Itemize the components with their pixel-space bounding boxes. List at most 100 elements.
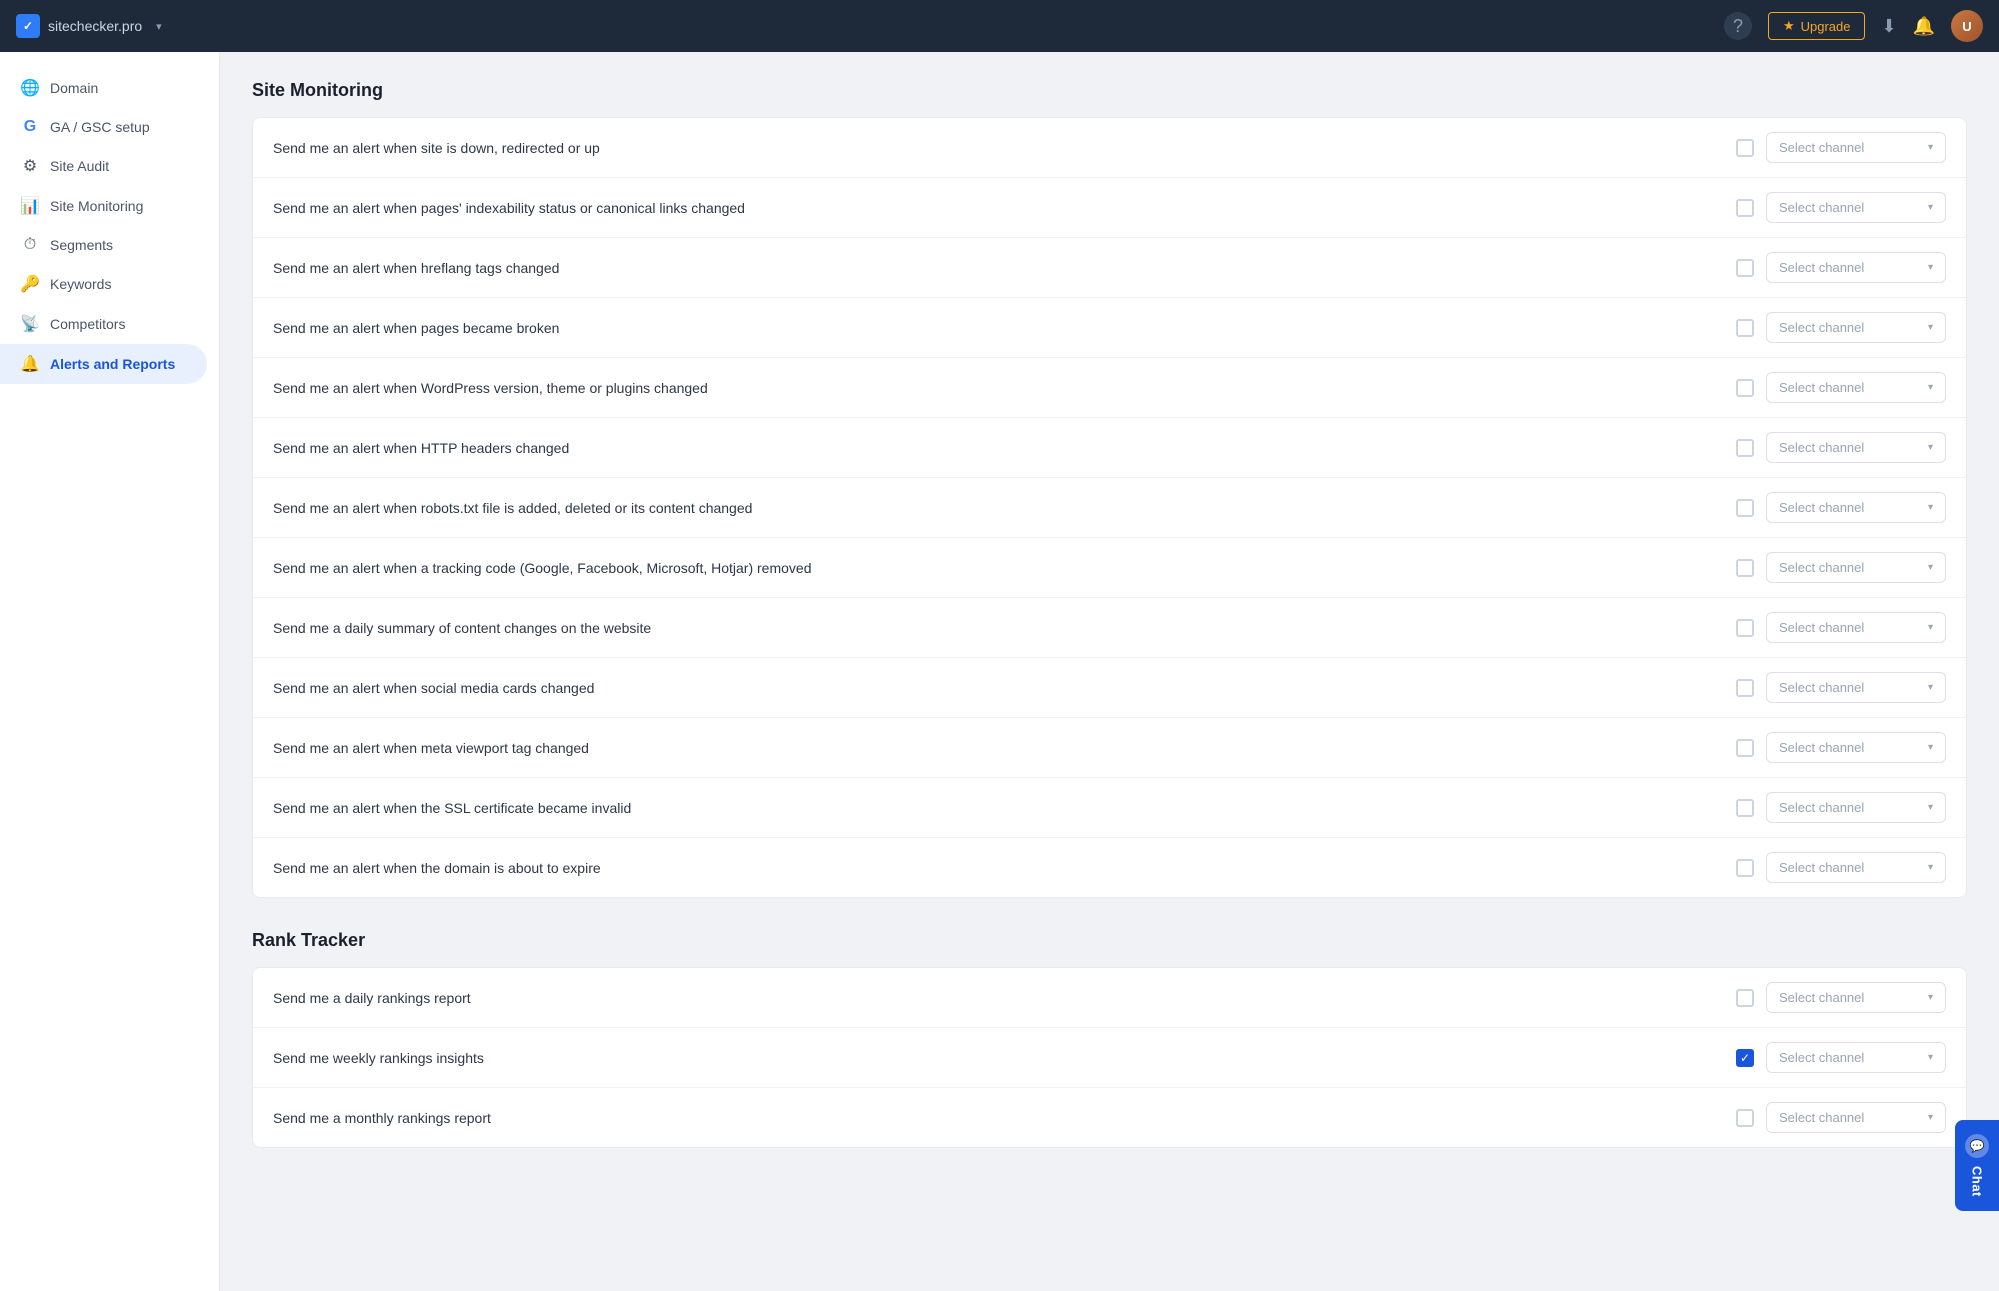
select-channel-sm12[interactable]: Select channel ▾: [1766, 792, 1946, 823]
select-channel-chevron-sm6: ▾: [1928, 442, 1933, 453]
sidebar-label-alerts-reports: Alerts and Reports: [50, 356, 175, 372]
select-channel-chevron-rt1: ▾: [1928, 992, 1933, 1003]
select-channel-text-sm1: Select channel: [1779, 140, 1864, 155]
alert-checkbox-sm2[interactable]: [1736, 199, 1754, 217]
alert-checkbox-sm6[interactable]: [1736, 439, 1754, 457]
avatar[interactable]: U: [1951, 10, 1983, 42]
alert-label-rt3: Send me a monthly rankings report: [273, 1110, 1724, 1126]
select-channel-chevron-sm3: ▾: [1928, 262, 1933, 273]
alert-row: Send me a daily rankings reportSelect ch…: [253, 968, 1966, 1028]
select-channel-chevron-sm12: ▾: [1928, 802, 1933, 813]
select-channel-text-sm10: Select channel: [1779, 680, 1864, 695]
select-channel-text-sm13: Select channel: [1779, 860, 1864, 875]
select-channel-sm6[interactable]: Select channel ▾: [1766, 432, 1946, 463]
select-channel-sm1[interactable]: Select channel▾: [1766, 132, 1946, 163]
upgrade-label: Upgrade: [1801, 19, 1851, 34]
sidebar-item-domain[interactable]: 🌐 Domain: [0, 68, 219, 108]
sidebar-label-ga-gsc: GA / GSC setup: [50, 119, 150, 135]
sidebar-item-ga-gsc[interactable]: G GA / GSC setup: [0, 108, 219, 146]
alert-checkbox-sm13[interactable]: [1736, 859, 1754, 877]
select-channel-sm2[interactable]: Select channel▾: [1766, 192, 1946, 223]
sidebar-item-competitors[interactable]: 📡 Competitors: [0, 304, 219, 344]
select-channel-sm9[interactable]: Select channel▾: [1766, 612, 1946, 643]
alert-checkbox-sm8[interactable]: [1736, 559, 1754, 577]
select-channel-text-sm6: Select channel: [1779, 440, 1864, 455]
alert-row: Send me an alert when hreflang tags chan…: [253, 238, 1966, 298]
select-channel-sm8[interactable]: Select channel▾: [1766, 552, 1946, 583]
sidebar-item-site-audit[interactable]: ⚙ Site Audit: [0, 146, 219, 186]
topnav-site-name[interactable]: sitechecker.pro: [48, 18, 142, 34]
alert-checkbox-rt3[interactable]: [1736, 1109, 1754, 1127]
select-channel-rt3[interactable]: Select channel▾: [1766, 1102, 1946, 1133]
segments-icon: ⏱: [20, 236, 40, 254]
site-audit-icon: ⚙: [20, 156, 40, 176]
alert-row: Send me an alert when site is down, redi…: [253, 118, 1966, 178]
sidebar-item-site-monitoring[interactable]: 📊 Site Monitoring: [0, 186, 219, 226]
help-icon[interactable]: ?: [1724, 12, 1752, 40]
layout: 🌐 Domain G GA / GSC setup ⚙ Site Audit 📊…: [0, 52, 1999, 1291]
alert-checkbox-rt2[interactable]: [1736, 1049, 1754, 1067]
download-icon[interactable]: ⬇: [1881, 16, 1896, 37]
alert-row: Send me a daily summary of content chang…: [253, 598, 1966, 658]
alert-label-sm4: Send me an alert when pages became broke…: [273, 320, 1724, 336]
domain-icon: 🌐: [20, 78, 40, 98]
alert-label-rt2: Send me weekly rankings insights: [273, 1050, 1724, 1066]
bell-icon[interactable]: 🔔: [1913, 16, 1935, 37]
topnav-chevron-icon[interactable]: ▾: [156, 20, 162, 33]
select-channel-text-sm4: Select channel: [1779, 320, 1864, 335]
site-monitoring-icon: 📊: [20, 196, 40, 216]
select-channel-text-sm9: Select channel: [1779, 620, 1864, 635]
chat-button[interactable]: 💬 Chat: [1955, 1120, 1999, 1211]
sidebar-label-site-monitoring: Site Monitoring: [50, 198, 143, 214]
upgrade-button[interactable]: ★ Upgrade: [1768, 12, 1866, 40]
chat-icon: 💬: [1965, 1134, 1989, 1158]
alert-checkbox-rt1[interactable]: [1736, 989, 1754, 1007]
sidebar-label-keywords: Keywords: [50, 276, 111, 292]
alert-label-sm7: Send me an alert when robots.txt file is…: [273, 500, 1724, 516]
alert-row: Send me an alert when WordPress version,…: [253, 358, 1966, 418]
site-monitoring-alerts-list: Send me an alert when site is down, redi…: [252, 117, 1967, 898]
alert-label-sm8: Send me an alert when a tracking code (G…: [273, 560, 1724, 576]
alert-label-sm13: Send me an alert when the domain is abou…: [273, 860, 1724, 876]
sidebar-item-keywords[interactable]: 🔑 Keywords: [0, 264, 219, 304]
select-channel-sm4[interactable]: Select channel ▾: [1766, 312, 1946, 343]
alert-checkbox-sm11[interactable]: [1736, 739, 1754, 757]
sidebar-item-segments[interactable]: ⏱ Segments: [0, 226, 219, 264]
topnav-right: ? ★ Upgrade ⬇ 🔔 U: [1724, 10, 1983, 42]
select-channel-sm7[interactable]: Select channel▾: [1766, 492, 1946, 523]
select-channel-chevron-sm4: ▾: [1928, 322, 1933, 333]
alert-checkbox-sm3[interactable]: [1736, 259, 1754, 277]
select-channel-chevron-sm8: ▾: [1928, 562, 1933, 573]
topnav: ✓ sitechecker.pro ▾ ? ★ Upgrade ⬇ 🔔 U: [0, 0, 1999, 52]
alert-checkbox-sm9[interactable]: [1736, 619, 1754, 637]
alert-checkbox-sm10[interactable]: [1736, 679, 1754, 697]
select-channel-text-sm12: Select channel: [1779, 800, 1864, 815]
select-channel-chevron-rt3: ▾: [1928, 1112, 1933, 1123]
alert-checkbox-sm12[interactable]: [1736, 799, 1754, 817]
alerts-reports-icon: 🔔: [20, 354, 40, 374]
alert-row: Send me a monthly rankings report Select …: [253, 1088, 1966, 1147]
select-channel-sm3[interactable]: Select channel▾: [1766, 252, 1946, 283]
alert-row: Send me an alert when pages' indexabilit…: [253, 178, 1966, 238]
site-monitoring-section: Site Monitoring Send me an alert when si…: [252, 80, 1967, 898]
select-channel-chevron-sm10: ▾: [1928, 682, 1933, 693]
select-channel-sm10[interactable]: Select channel ▾: [1766, 672, 1946, 703]
select-channel-text-sm5: Select channel: [1779, 380, 1864, 395]
select-channel-chevron-rt2: ▾: [1928, 1052, 1933, 1063]
alert-row: Send me an alert when social media cards…: [253, 658, 1966, 718]
alert-row: Send me an alert when pages became broke…: [253, 298, 1966, 358]
select-channel-sm11[interactable]: Select channel▾: [1766, 732, 1946, 763]
select-channel-rt2[interactable]: Select channel▾: [1766, 1042, 1946, 1073]
select-channel-rt1[interactable]: Select channel▾: [1766, 982, 1946, 1013]
alert-checkbox-sm7[interactable]: [1736, 499, 1754, 517]
alert-checkbox-sm5[interactable]: [1736, 379, 1754, 397]
alert-checkbox-sm1[interactable]: [1736, 139, 1754, 157]
alert-checkbox-sm4[interactable]: [1736, 319, 1754, 337]
select-channel-sm5[interactable]: Select channel▾: [1766, 372, 1946, 403]
select-channel-sm13[interactable]: Select channel▾: [1766, 852, 1946, 883]
sidebar-item-alerts-reports[interactable]: 🔔 Alerts and Reports: [0, 344, 207, 384]
select-channel-chevron-sm7: ▾: [1928, 502, 1933, 513]
alert-label-sm6: Send me an alert when HTTP headers chang…: [273, 440, 1724, 456]
alert-label-sm11: Send me an alert when meta viewport tag …: [273, 740, 1724, 756]
alert-row: Send me an alert when a tracking code (G…: [253, 538, 1966, 598]
